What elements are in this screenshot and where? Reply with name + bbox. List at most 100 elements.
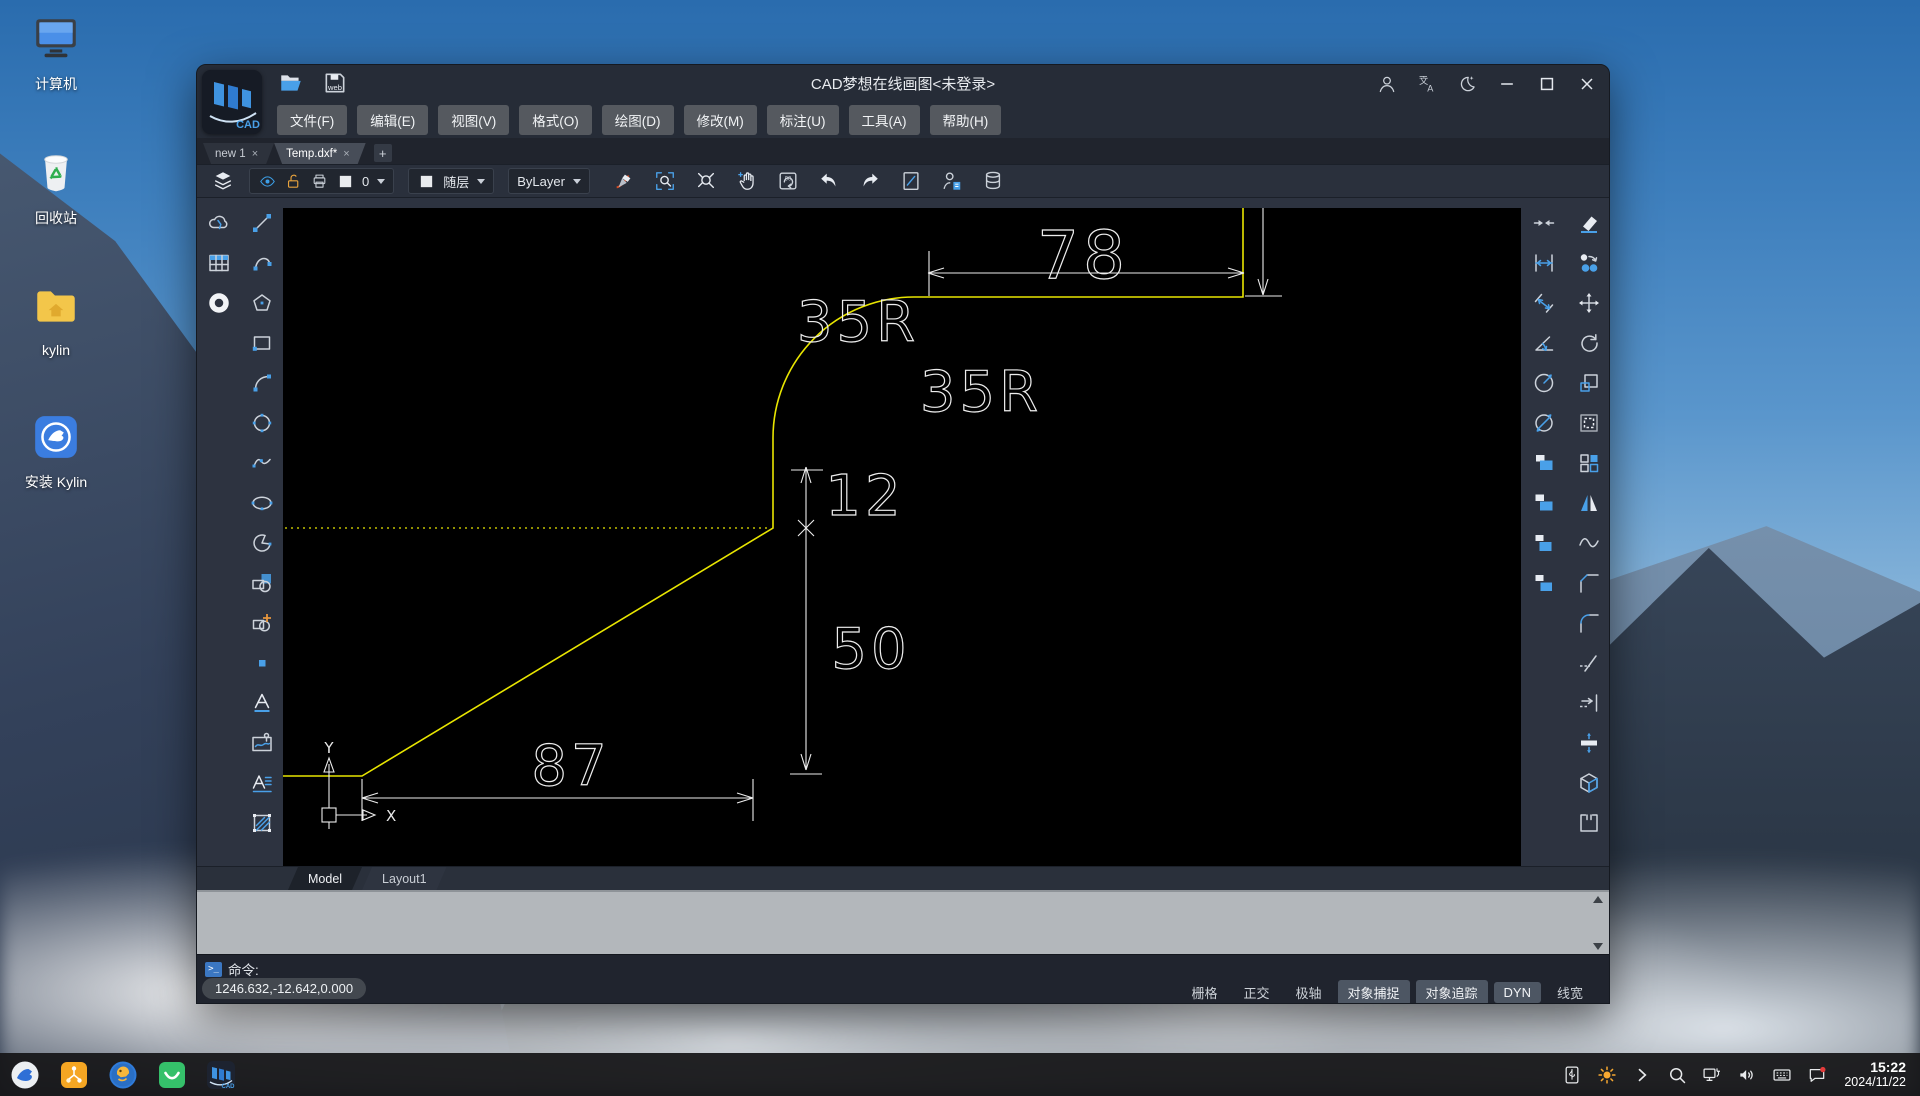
browser-icon[interactable] <box>106 1058 140 1092</box>
menu-help[interactable]: 帮助(H) <box>930 105 1002 135</box>
text-icon[interactable] <box>240 683 283 723</box>
spline-edit-icon[interactable] <box>1566 523 1610 563</box>
network-icon[interactable] <box>1701 1064 1723 1086</box>
polygon-icon[interactable] <box>240 283 283 323</box>
titlebar[interactable]: CAD web CAD梦想在线画图<未登录> 文A <box>197 65 1609 102</box>
chevron-down-icon[interactable] <box>573 179 581 184</box>
mtext-icon[interactable] <box>240 763 283 803</box>
volume-icon[interactable] <box>1736 1064 1758 1086</box>
donut-icon[interactable] <box>197 283 240 323</box>
table-icon[interactable] <box>197 243 240 283</box>
minimize-icon[interactable] <box>1495 72 1519 96</box>
pan-icon[interactable] <box>735 169 759 193</box>
database-icon[interactable] <box>981 169 1005 193</box>
folder-open-icon[interactable] <box>277 69 305 97</box>
rotate-view-icon[interactable]: 90 <box>776 169 800 193</box>
zoom-window-icon[interactable] <box>653 169 677 193</box>
extend-icon[interactable] <box>1566 683 1610 723</box>
menu-tools[interactable]: 工具(A) <box>849 105 920 135</box>
rectangle-icon[interactable] <box>240 323 283 363</box>
offset-icon[interactable] <box>1521 443 1566 483</box>
brightness-icon[interactable] <box>1596 1064 1618 1086</box>
tab-close-icon[interactable]: × <box>252 148 258 160</box>
pen-icon[interactable] <box>612 169 636 193</box>
break-icon[interactable] <box>1566 803 1610 843</box>
redo-icon[interactable] <box>858 169 882 193</box>
search-icon[interactable] <box>1666 1064 1688 1086</box>
undo-icon[interactable] <box>817 169 841 193</box>
line-icon[interactable] <box>240 203 283 243</box>
menu-dimension[interactable]: 标注(U) <box>767 105 839 135</box>
desktop-icon-2[interactable]: 回收站 <box>8 148 104 228</box>
chevron-down-icon[interactable] <box>477 179 485 184</box>
tab-close-icon[interactable]: × <box>343 148 349 160</box>
start-menu-icon[interactable] <box>8 1058 42 1092</box>
dark-mode-icon[interactable] <box>1455 72 1479 96</box>
trim-icon[interactable] <box>1566 643 1610 683</box>
array-icon[interactable] <box>1566 443 1610 483</box>
ellipse-icon[interactable] <box>240 483 283 523</box>
close-icon[interactable] <box>1575 72 1599 96</box>
status-toggle-2[interactable]: 正交 <box>1233 980 1279 1004</box>
join-icon[interactable] <box>1521 203 1566 243</box>
circle-icon[interactable] <box>240 403 283 443</box>
dim-diameter-icon[interactable] <box>1521 403 1566 443</box>
printer-icon[interactable] <box>310 172 328 190</box>
zoom-extents-icon[interactable] <box>694 169 718 193</box>
fillet-icon[interactable] <box>1566 603 1610 643</box>
peony-icon[interactable] <box>57 1058 91 1092</box>
unlock-icon[interactable] <box>284 172 302 190</box>
stretch-icon[interactable] <box>1566 723 1610 763</box>
status-toggle-1[interactable]: 栅格 <box>1181 980 1227 1004</box>
ungroup-icon[interactable] <box>1521 563 1566 603</box>
menu-edit[interactable]: 编辑(E) <box>357 105 428 135</box>
menu-format[interactable]: 格式(O) <box>519 105 592 135</box>
command-line[interactable]: >_ 命令: <box>205 959 259 979</box>
box-3d-icon[interactable] <box>1566 763 1610 803</box>
menu-file[interactable]: 文件(F) <box>277 105 347 135</box>
maximize-icon[interactable] <box>1535 72 1559 96</box>
select-icon[interactable] <box>1566 403 1610 443</box>
translate-icon[interactable]: 文A <box>1415 72 1439 96</box>
mirror-icon[interactable] <box>1566 483 1610 523</box>
menu-modify[interactable]: 修改(M) <box>684 105 757 135</box>
layer-select-group[interactable]: 随层 <box>408 168 494 194</box>
drawing-canvas[interactable]: Y X 78 35R 35R 12 50 87 <box>283 208 1521 866</box>
status-toggle-4[interactable]: 对象捕捉 <box>1338 980 1410 1004</box>
dim-aligned-icon[interactable] <box>1521 283 1566 323</box>
viewport-icon[interactable] <box>899 169 923 193</box>
chamfer-icon[interactable] <box>1566 563 1610 603</box>
swatch-icon[interactable] <box>336 172 354 190</box>
image-icon[interactable] <box>240 723 283 763</box>
chevron-down-icon[interactable] <box>377 179 385 184</box>
point-icon[interactable] <box>240 643 283 683</box>
eye-icon[interactable] <box>258 172 276 190</box>
cad-app-icon[interactable]: CAD <box>204 1058 238 1092</box>
dim-angular-icon[interactable] <box>1521 323 1566 363</box>
arc-icon[interactable] <box>240 363 283 403</box>
cloud-line-icon[interactable] <box>197 203 240 243</box>
move-icon[interactable] <box>1566 283 1610 323</box>
app-store-icon[interactable] <box>155 1058 189 1092</box>
menu-draw[interactable]: 绘图(D) <box>602 105 674 135</box>
copy-icon[interactable] <box>1566 243 1610 283</box>
desktop-icon-4[interactable]: 安装 Kylin <box>8 412 104 492</box>
desktop-icon-1[interactable]: 计算机 <box>8 14 104 94</box>
scroll-up-icon[interactable] <box>1593 896 1603 903</box>
layout-tab-layout1[interactable]: Layout1 <box>362 867 446 890</box>
eraser-icon[interactable] <box>1566 203 1610 243</box>
scroll-down-icon[interactable] <box>1593 943 1603 950</box>
keyboard-icon[interactable] <box>1771 1064 1793 1086</box>
block-create-icon[interactable] <box>240 603 283 643</box>
status-toggle-6[interactable]: DYN <box>1494 982 1541 1003</box>
expand-icon[interactable] <box>1631 1064 1653 1086</box>
ellipse-arc-icon[interactable] <box>240 523 283 563</box>
usb-icon[interactable] <box>1561 1064 1583 1086</box>
status-toggle-7[interactable]: 线宽 <box>1547 980 1593 1004</box>
hatch-icon[interactable] <box>240 803 283 843</box>
document-tab-2[interactable]: Temp.dxf*× <box>274 143 366 164</box>
desktop-icon-3[interactable]: kylin <box>8 282 104 358</box>
scale-icon[interactable] <box>1566 363 1610 403</box>
dim-linear-icon[interactable] <box>1521 243 1566 283</box>
command-history-panel[interactable] <box>197 890 1609 954</box>
